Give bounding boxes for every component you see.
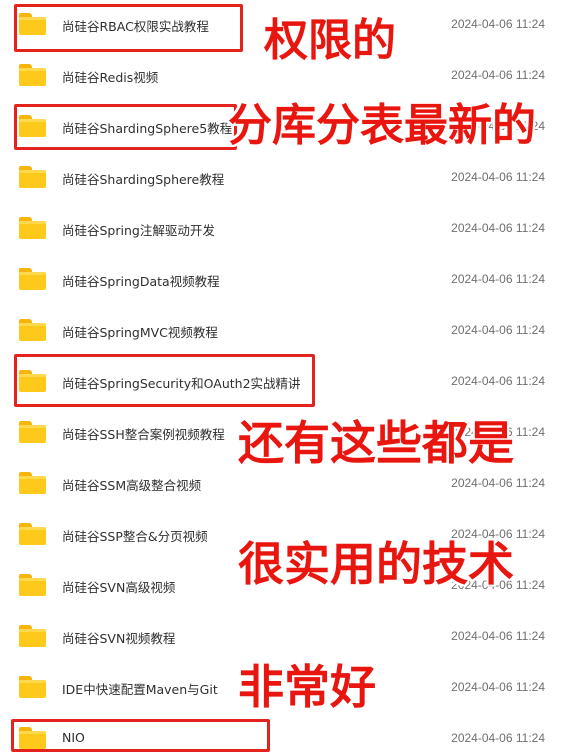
file-date: 2024-04-06 11:24: [451, 680, 545, 694]
file-name[interactable]: 尚硅谷SSH整合案例视频教程: [62, 424, 225, 443]
annotation-very-good: 非常好: [238, 660, 376, 714]
folder-icon: [19, 166, 46, 188]
file-name[interactable]: 尚硅谷SpringMVC视频教程: [62, 322, 218, 341]
file-name[interactable]: 尚硅谷Redis视频: [62, 67, 158, 86]
list-item[interactable]: 尚硅谷SVN视频教程 2024-04-06 11:24: [0, 612, 565, 663]
file-name[interactable]: 尚硅谷ShardingSphere教程: [62, 169, 224, 188]
list-item[interactable]: 尚硅谷SpringData视频教程 2024-04-06 11:24: [0, 255, 565, 306]
folder-icon: [19, 319, 46, 341]
file-date: 2024-04-06 11:24: [451, 731, 545, 745]
file-date: 2024-04-06 11:24: [451, 221, 545, 235]
file-date: 2024-04-06 11:24: [451, 323, 545, 337]
folder-icon: [19, 421, 46, 443]
folder-icon: [19, 676, 46, 698]
highlight-box-nio: [11, 719, 270, 752]
highlight-box-sharding: [14, 104, 237, 150]
file-date: 2024-04-06 11:24: [451, 170, 545, 184]
file-name[interactable]: 尚硅谷SVN高级视频: [62, 577, 175, 596]
file-date: 2024-04-06 11:24: [451, 68, 545, 82]
annotation-permissions: 权限的: [264, 15, 396, 66]
folder-icon: [19, 268, 46, 290]
file-name[interactable]: 尚硅谷Spring注解驱动开发: [62, 220, 215, 239]
file-name[interactable]: 尚硅谷SSM高级整合视频: [62, 475, 201, 494]
file-name[interactable]: 尚硅谷SVN视频教程: [62, 628, 175, 647]
highlight-box-springsecurity: [14, 354, 315, 407]
annotation-practical: 很实用的技术: [238, 537, 514, 591]
file-date: 2024-04-06 11:24: [451, 476, 545, 490]
annotation-also-these: 还有这些都是: [238, 416, 514, 470]
file-date: 2024-04-06 11:24: [451, 272, 545, 286]
list-item[interactable]: 尚硅谷Spring注解驱动开发 2024-04-06 11:24: [0, 204, 565, 255]
folder-icon: [19, 625, 46, 647]
file-name[interactable]: 尚硅谷SSP整合&分页视频: [62, 526, 208, 545]
highlight-box-rbac: [14, 4, 243, 52]
folder-icon: [19, 574, 46, 596]
file-date: 2024-04-06 11:24: [451, 17, 545, 31]
file-name[interactable]: IDE中快速配置Maven与Git: [62, 679, 218, 698]
file-date: 2024-04-06 11:24: [451, 374, 545, 388]
list-item[interactable]: 尚硅谷ShardingSphere教程 2024-04-06 11:24: [0, 153, 565, 204]
file-name[interactable]: 尚硅谷SpringData视频教程: [62, 271, 220, 290]
folder-icon: [19, 217, 46, 239]
list-item[interactable]: 尚硅谷SpringMVC视频教程 2024-04-06 11:24: [0, 306, 565, 357]
annotation-sharding: 分库分表最新的: [228, 100, 536, 151]
folder-icon: [19, 472, 46, 494]
folder-icon: [19, 523, 46, 545]
file-date: 2024-04-06 11:24: [451, 629, 545, 643]
folder-icon: [19, 64, 46, 86]
file-list: 尚硅谷RBAC权限实战教程 2024-04-06 11:24 尚硅谷Redis视…: [0, 0, 565, 756]
